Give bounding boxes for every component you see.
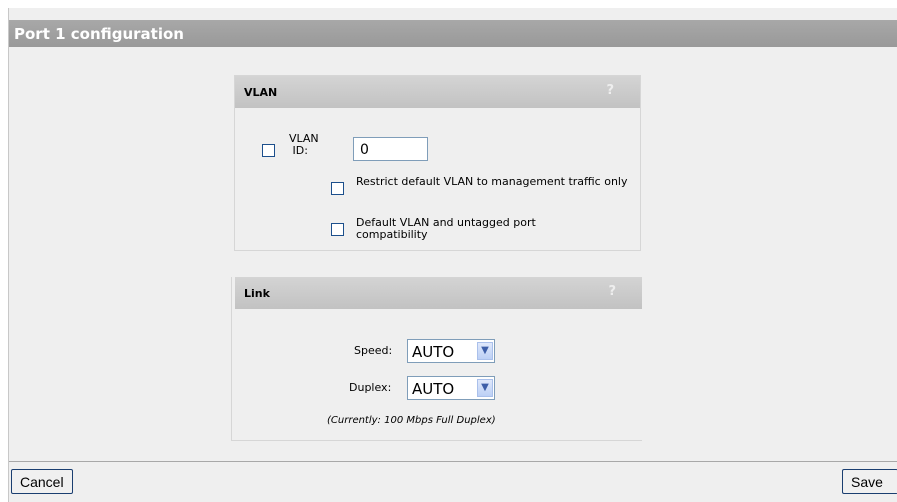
footer-divider <box>9 461 897 462</box>
cancel-button[interactable]: Cancel <box>11 469 73 494</box>
vlan-id-label: VLAN ID: <box>289 132 319 157</box>
speed-select[interactable]: AUTO ▼ <box>407 339 495 363</box>
duplex-select[interactable]: AUTO ▼ <box>407 376 495 400</box>
duplex-label: Duplex: <box>349 381 392 394</box>
vlan-help-icon[interactable]: ? <box>606 83 614 98</box>
vlan-box-title: VLAN <box>244 86 278 99</box>
page-title: Port 1 configuration <box>14 25 184 43</box>
chevron-down-icon[interactable]: ▼ <box>477 342 493 360</box>
speed-label: Speed: <box>354 344 393 357</box>
vlan-compat-checkbox[interactable] <box>331 223 344 236</box>
duplex-value: AUTO <box>412 380 455 398</box>
restrict-vlan-label: Restrict default VLAN to management traf… <box>356 175 628 188</box>
link-box-header: Link ? <box>235 277 642 309</box>
vlan-id-checkbox[interactable] <box>262 144 275 157</box>
link-status-text: (Currently: 100 Mbps Full Duplex) <box>327 415 496 426</box>
vlan-compat-label: Default VLAN and untagged port compatibi… <box>356 216 536 241</box>
link-box: Link ? Speed: AUTO ▼ Duplex: AUTO ▼ (Cur… <box>231 277 642 441</box>
save-button[interactable]: Save <box>842 469 897 494</box>
link-help-icon[interactable]: ? <box>608 284 616 299</box>
chevron-down-icon[interactable]: ▼ <box>477 379 493 397</box>
title-bar: Port 1 configuration <box>9 20 897 47</box>
vlan-box: VLAN ? VLAN ID: 0 Restrict default VLAN … <box>234 75 641 251</box>
restrict-vlan-checkbox[interactable] <box>331 182 344 195</box>
link-box-title: Link <box>244 287 270 300</box>
vlan-box-header: VLAN ? <box>235 76 640 108</box>
vlan-id-input[interactable]: 0 <box>353 137 428 161</box>
speed-value: AUTO <box>412 343 455 361</box>
configuration-panel: Port 1 configuration VLAN ? VLAN ID: 0 R… <box>8 8 897 502</box>
